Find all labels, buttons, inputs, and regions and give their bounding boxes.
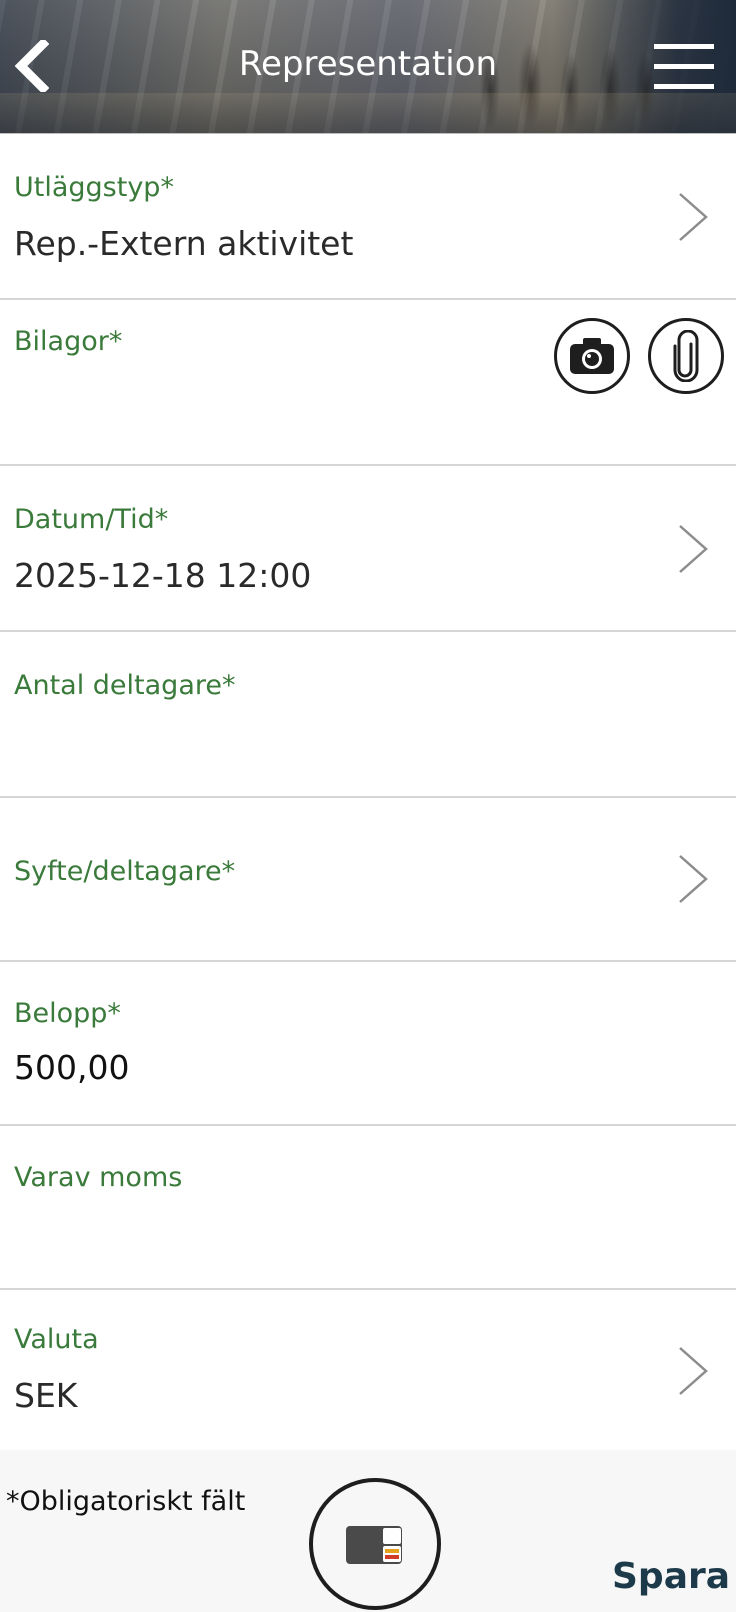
- datetime-value: 2025-12-18 12:00: [14, 556, 312, 595]
- expense-type-value: Rep.-Extern aktivitet: [14, 224, 354, 263]
- currency-value: SEK: [14, 1376, 78, 1415]
- expense-type-label: Utläggstyp*: [14, 172, 174, 203]
- camera-icon: [570, 338, 614, 374]
- camera-button[interactable]: [554, 318, 630, 394]
- chevron-right-icon[interactable]: [676, 190, 710, 244]
- save-button[interactable]: Spara: [612, 1556, 730, 1597]
- hamburger-menu-icon: [654, 44, 714, 49]
- currency-row[interactable]: Valuta SEK: [0, 1290, 736, 1454]
- participants-count-label: Antal deltagare*: [14, 670, 236, 701]
- attachments-label: Bilagor*: [14, 326, 123, 357]
- chevron-right-icon[interactable]: [676, 852, 710, 906]
- page-title: Representation: [238, 44, 498, 84]
- expense-type-row[interactable]: Utläggstyp* Rep.-Extern aktivitet: [0, 136, 736, 300]
- credit-card-icon: [346, 1526, 402, 1564]
- participants-count-row[interactable]: Antal deltagare*: [0, 634, 736, 798]
- footer-bar: *Obligatoriskt fält Spara: [0, 1450, 736, 1612]
- purpose-label: Syfte/deltagare*: [14, 856, 236, 887]
- app-header: Representation: [0, 0, 736, 134]
- paperclip-icon: [673, 330, 699, 382]
- vat-label: Varav moms: [14, 1162, 183, 1193]
- chevron-right-icon[interactable]: [676, 522, 710, 576]
- vat-row[interactable]: Varav moms: [0, 1126, 736, 1290]
- required-field-note: *Obligatoriskt fält: [6, 1486, 246, 1517]
- amount-label: Belopp*: [14, 998, 121, 1029]
- purpose-row[interactable]: Syfte/deltagare*: [0, 798, 736, 962]
- header-background-floor: [0, 93, 736, 133]
- menu-button[interactable]: [650, 40, 718, 94]
- datetime-label: Datum/Tid*: [14, 504, 169, 535]
- currency-label: Valuta: [14, 1324, 99, 1355]
- attach-file-button[interactable]: [648, 318, 724, 394]
- amount-row[interactable]: Belopp* 500,00: [0, 962, 736, 1126]
- attachments-row: Bilagor*: [0, 302, 736, 466]
- card-button[interactable]: [309, 1478, 441, 1610]
- datetime-row[interactable]: Datum/Tid* 2025-12-18 12:00: [0, 468, 736, 632]
- chevron-right-icon[interactable]: [676, 1344, 710, 1398]
- amount-input[interactable]: 500,00: [14, 1048, 129, 1087]
